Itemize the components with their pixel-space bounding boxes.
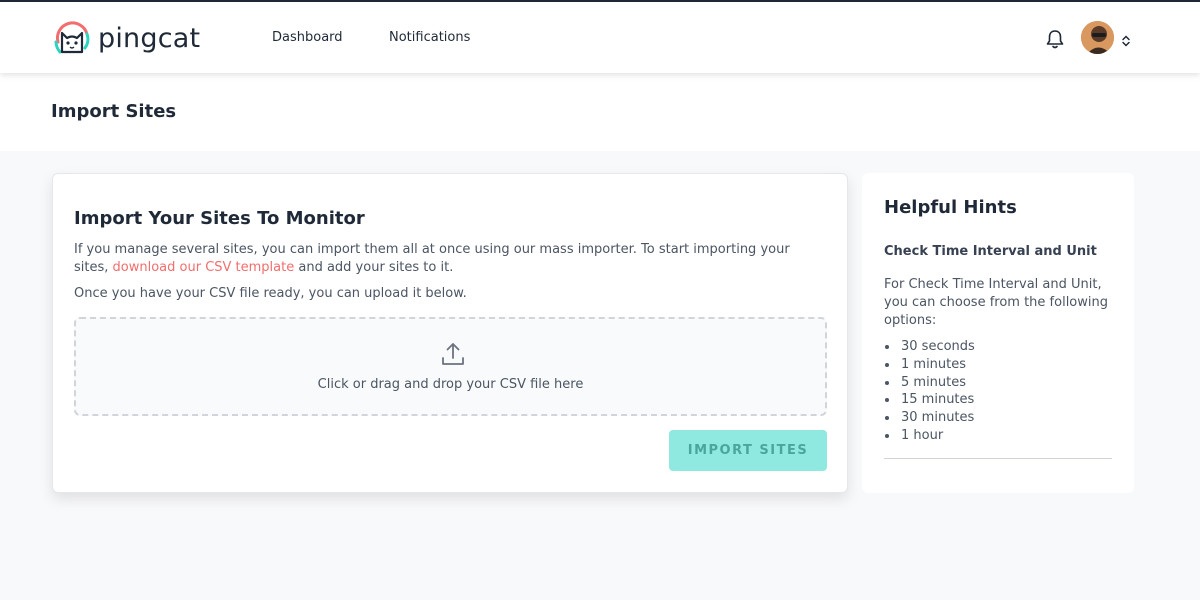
hints-text: For Check Time Interval and Unit, you ca… [884, 277, 1108, 328]
upload-icon [440, 341, 466, 371]
nav-dashboard-link[interactable]: Dashboard [272, 30, 343, 45]
cat-logo-icon [54, 21, 90, 54]
csv-template-link[interactable]: download our CSV template [113, 260, 295, 275]
list-item: 30 minutes [884, 409, 975, 427]
import-sites-button[interactable]: IMPORT SITES [669, 430, 827, 471]
navbar: pingcat Dashboard Notifications [0, 2, 1200, 73]
hints-subtitle: Check Time Interval and Unit [884, 244, 1097, 259]
intro-text-after-link: and add your sites to it. [294, 260, 454, 275]
page-title: Import Sites [51, 101, 177, 122]
nav-notifications-link[interactable]: Notifications [389, 30, 470, 45]
hints-title: Helpful Hints [884, 197, 1017, 218]
list-item: 15 minutes [884, 391, 975, 409]
brand-logo[interactable]: pingcat [52, 18, 200, 58]
interval-options-list: 30 seconds 1 minutes 5 minutes 15 minute… [884, 338, 975, 445]
chevron-up-down-icon[interactable] [1121, 32, 1131, 51]
list-item: 1 hour [884, 427, 975, 445]
import-intro-text: If you manage several sites, you can imp… [74, 241, 814, 277]
list-item: 30 seconds [884, 338, 975, 356]
helpful-hints-panel: Helpful Hints Check Time Interval and Un… [862, 173, 1134, 493]
csv-dropzone[interactable]: Click or drag and drop your CSV file her… [74, 317, 827, 416]
bell-icon[interactable] [1045, 28, 1065, 54]
divider [884, 458, 1112, 459]
list-item: 1 minutes [884, 356, 975, 374]
import-card: Import Your Sites To Monitor If you mana… [52, 173, 848, 493]
user-avatar[interactable] [1081, 21, 1114, 54]
list-item: 5 minutes [884, 374, 975, 392]
dropzone-text: Click or drag and drop your CSV file her… [317, 377, 584, 392]
brand-name: pingcat [98, 22, 201, 54]
import-card-title: Import Your Sites To Monitor [74, 208, 365, 229]
csv-ready-text: Once you have your CSV file ready, you c… [74, 286, 467, 301]
page-header: Import Sites [0, 73, 1200, 151]
